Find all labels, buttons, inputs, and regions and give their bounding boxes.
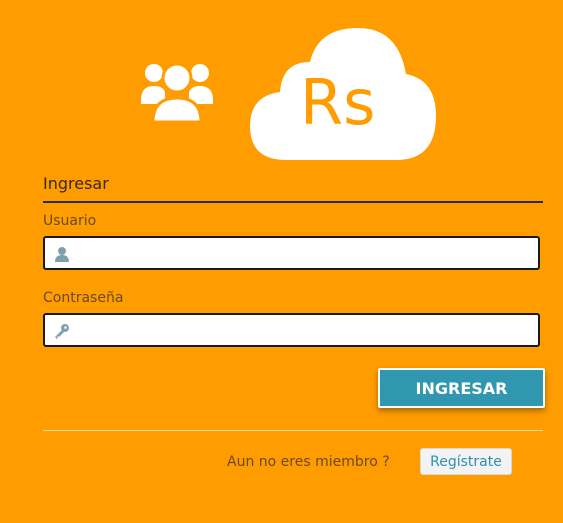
username-label: Usuario	[43, 213, 97, 229]
username-field-wrapper	[43, 236, 540, 270]
cloud-logo-icon: Rs	[250, 28, 436, 160]
users-group-icon	[141, 62, 213, 124]
user-icon	[55, 247, 69, 262]
register-button[interactable]: Regístrate	[420, 448, 512, 475]
username-input[interactable]	[77, 242, 536, 266]
logo-area: Rs	[0, 0, 563, 170]
login-button[interactable]: INGRESAR	[378, 368, 545, 408]
password-input[interactable]	[77, 319, 536, 343]
brand-text: Rs	[300, 66, 375, 139]
footer-divider	[43, 430, 543, 431]
password-label: Contraseña	[43, 290, 124, 306]
section-title: Ingresar	[43, 174, 109, 193]
password-field-wrapper	[43, 313, 540, 347]
title-divider	[43, 201, 543, 203]
not-member-text: Aun no eres miembro ?	[227, 454, 390, 470]
key-icon	[55, 324, 69, 339]
